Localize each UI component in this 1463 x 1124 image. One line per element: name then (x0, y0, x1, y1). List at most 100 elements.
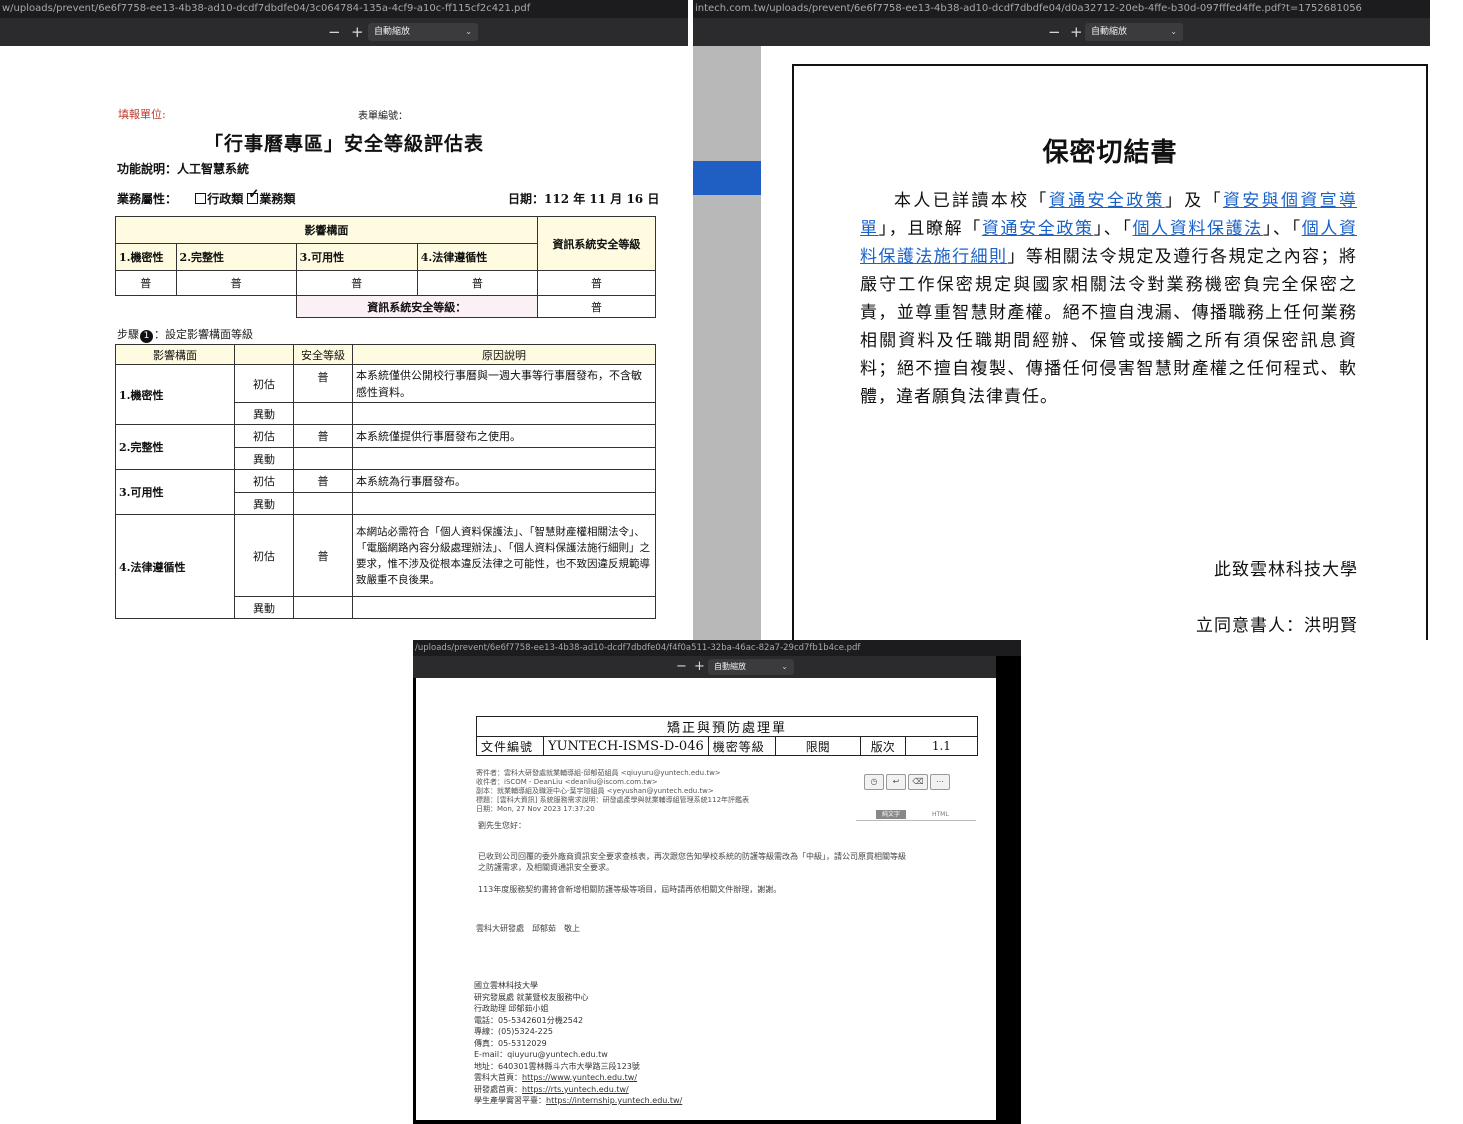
impact-header: 影響構面 (115, 216, 538, 244)
sig-line: E-mail：qiuyuru@yuntech.edu.tw (474, 1050, 608, 1059)
table-row-level: 普 (293, 514, 353, 597)
business-checkbox (247, 187, 259, 204)
form-title: 「行事曆專區」安全等級評估表 (203, 133, 484, 155)
form-number-label: 表單編號： (358, 111, 408, 122)
col-availability: 3.可用性 (295, 243, 418, 271)
table-row-reason: 本系統僅供公開校行事曆與一週大事等行事曆發布，不含敏感性資料。 (352, 364, 656, 403)
zoom-select[interactable]: 自動縮放 ⌄ (708, 659, 794, 675)
system-level-result: 普 (536, 295, 657, 318)
table-row-change: 異動 (234, 596, 294, 619)
sidebar-gutter (693, 46, 761, 640)
table-row-initial: 初估 (234, 514, 294, 597)
pdf-toolbar: − + 自動縮放 ⌄ (0, 18, 688, 46)
sig-line: 國立雲林科技大學 (474, 981, 538, 990)
document-info-table: 矯正與預防處理單 文件編號 YUNTECH-ISMS-D-046 機密等級 限閱… (476, 716, 979, 756)
chevron-down-icon: ⌄ (1170, 27, 1177, 36)
email-paragraph-1: 已收到公司回覆的委外廠商資訊安全要求查核表，再次跟您告知學校系統的防護等級需改為… (478, 852, 906, 872)
value-integrity: 普 (175, 270, 297, 296)
function-description: 功能說明：人工智慧系統 (117, 162, 250, 176)
pledge-title: 保密切結書 (1042, 138, 1178, 168)
address-bar[interactable]: intech.com.tw/uploads/prevent/6e6f7758-e… (693, 0, 1430, 18)
address-bar[interactable]: w/uploads/prevent/6e6f7758-ee13-4b38-ad1… (0, 0, 688, 18)
link-yuntech-home[interactable]: https://www.yuntech.edu.tw/ (522, 1073, 637, 1082)
email-subject: 標題：[雲科大資訊] 系統服務需求說明：研發處產學與就業輔導組管理系統112年評… (476, 796, 750, 804)
pledge-text: 本人已詳讀本校「 (894, 191, 1049, 211)
table-row-name: 2.完整性 (115, 424, 235, 470)
secret-level-label: 機密等級 (707, 736, 776, 756)
zoom-in-button[interactable]: + (694, 656, 705, 678)
zoom-out-button[interactable]: − (676, 656, 687, 678)
sig-line: 專線：(05)5324-225 (474, 1027, 553, 1036)
pdf-viewer-pledge: intech.com.tw/uploads/prevent/6e6f7758-e… (693, 0, 1430, 640)
table-row-change: 異動 (234, 402, 294, 425)
link-rts-home[interactable]: https://rts.yuntech.edu.tw/ (522, 1085, 629, 1094)
table-row-name: 4.法律遵循性 (115, 514, 235, 619)
pdf-toolbar: − + 自動縮放 ⌄ (693, 18, 1430, 46)
table-row-level: 普 (293, 424, 353, 448)
zoom-select[interactable]: 自動縮放 ⌄ (368, 23, 478, 41)
table-row-reason: 本網站必需符合「個人資料保護法」、「智慧財產權相關法令」、「電腦網路內容分級處理… (352, 514, 656, 597)
email-to: 收件者：iSCOM - DeanLiu <deanliu@iscom.com.t… (476, 778, 658, 786)
email-cc: 副本：就業輔導組及職涯中心-葉宇瑄組員 <yeyushan@yuntech.ed… (476, 787, 714, 795)
step-number: 1 (140, 330, 153, 343)
value-availability: 普 (295, 270, 418, 296)
detail-table: 影響構面 安全等級 原因說明 1.機密性 初估 普 本系統僅供公開校行事曆與一週… (115, 344, 656, 619)
table-row-name: 3.可用性 (115, 469, 235, 515)
zoom-select[interactable]: 自動縮放 ⌄ (1085, 23, 1183, 41)
more-icon: ⋯ (930, 774, 950, 790)
admin-checkbox (195, 193, 207, 204)
tab-html: HTML (932, 811, 949, 818)
table-row-initial: 初估 (234, 364, 294, 403)
link-security-policy-2[interactable]: 資通安全政策 (982, 219, 1094, 239)
table-row-reason: 本系統僅提供行事曆發布之使用。 (352, 424, 656, 448)
pdf-page: 保密切結書 本人已詳讀本校「資通安全政策」及「資安與個資宣導單」，且瞭解「資通安… (761, 46, 1430, 640)
zoom-out-button[interactable]: − (328, 18, 341, 46)
system-level-label: 資訊系統安全等級： (295, 295, 538, 318)
step-prefix: 步驟 (117, 328, 139, 341)
fill-unit-label: 填報單位: (118, 108, 166, 121)
table-row-change: 異動 (234, 492, 294, 515)
value-system-level: 普 (536, 270, 657, 296)
form-date: 日期：112 年 11 月 16 日 (508, 192, 660, 206)
pledge-text: 」，且瞭解「 (878, 219, 982, 239)
chevron-down-icon: ⌄ (781, 662, 788, 671)
sig-link-row: 研發處首頁：https://rts.yuntech.edu.tw/ (474, 1084, 629, 1094)
pledge-text: 」及「 (1164, 191, 1223, 211)
pledge-addressee: 此致雲林科技大學 (1214, 560, 1358, 580)
sidebar-highlight (693, 161, 761, 195)
secret-level-value: 限閱 (774, 736, 861, 756)
link-internship[interactable]: https://internship.yuntech.edu.tw/ (546, 1096, 682, 1105)
zoom-select-label: 自動縮放 (714, 662, 746, 671)
sig-line: 傳真：05-5312029 (474, 1038, 547, 1048)
email-from: 寄件者：雲科大研發處就業輔導組-邱郁茹組員 <qiuyuru@yuntech.e… (476, 769, 721, 777)
zoom-select-label: 自動縮放 (1091, 27, 1128, 37)
col-integrity: 2.完整性 (175, 243, 297, 271)
zoom-in-button[interactable]: + (351, 18, 364, 46)
email-date: 日期：Mon, 27 Nov 2023 17:37:20 (476, 805, 595, 813)
business-attribute-row: 業務屬性： 行政類 業務類 (117, 187, 295, 207)
pdf-page: 填報單位: 表單編號： 「行事曆專區」安全等級評估表 功能說明：人工智慧系統 業… (0, 46, 688, 640)
detail-header-level: 安全等級 (293, 344, 353, 365)
delete-icon: ⌫ (908, 774, 928, 790)
step-heading: 步驟 1 ：設定影響構面等級 (117, 326, 253, 343)
pledge-body: 本人已詳讀本校「資通安全政策」及「資安與個資宣導單」，且瞭解「資通安全政策」、「… (860, 187, 1357, 411)
doc-no-value: YUNTECH-ISMS-D-046 (543, 736, 709, 756)
sig-line: 研究發展處 就業暨校友服務中心 (474, 992, 589, 1002)
zoom-select-label: 自動縮放 (374, 27, 411, 37)
table-row-change: 異動 (234, 447, 294, 470)
email-header: 寄件者：雲科大研發處就業輔導組-邱郁茹組員 <qiuyuru@yuntech.e… (476, 769, 856, 814)
address-bar[interactable]: /uploads/prevent/6e6f7758-ee13-4b38-ad10… (413, 640, 1021, 656)
tab-plain-text: 純文字 (876, 810, 907, 819)
sig-link-row: 學生產學實習平臺：https://internship.yuntech.edu.… (474, 1096, 683, 1105)
chevron-down-icon: ⌄ (465, 27, 472, 36)
table-row-initial: 初估 (234, 469, 294, 493)
zoom-in-button[interactable]: + (1070, 18, 1083, 46)
version-label: 版次 (859, 736, 906, 756)
email-format-tabs: 純文字 HTML (856, 810, 976, 821)
link-security-policy[interactable]: 資通安全政策 (1049, 191, 1165, 211)
pledge-frame: 保密切結書 本人已詳讀本校「資通安全政策」及「資安與個資宣導單」，且瞭解「資通安… (792, 64, 1428, 640)
link-personal-data-act[interactable]: 個人資料保護法 (1133, 219, 1263, 239)
zoom-out-button[interactable]: − (1048, 18, 1061, 46)
pledge-signer: 立同意書人：洪明賢 (1196, 616, 1358, 636)
pledge-text: 」、「 (1262, 219, 1302, 239)
